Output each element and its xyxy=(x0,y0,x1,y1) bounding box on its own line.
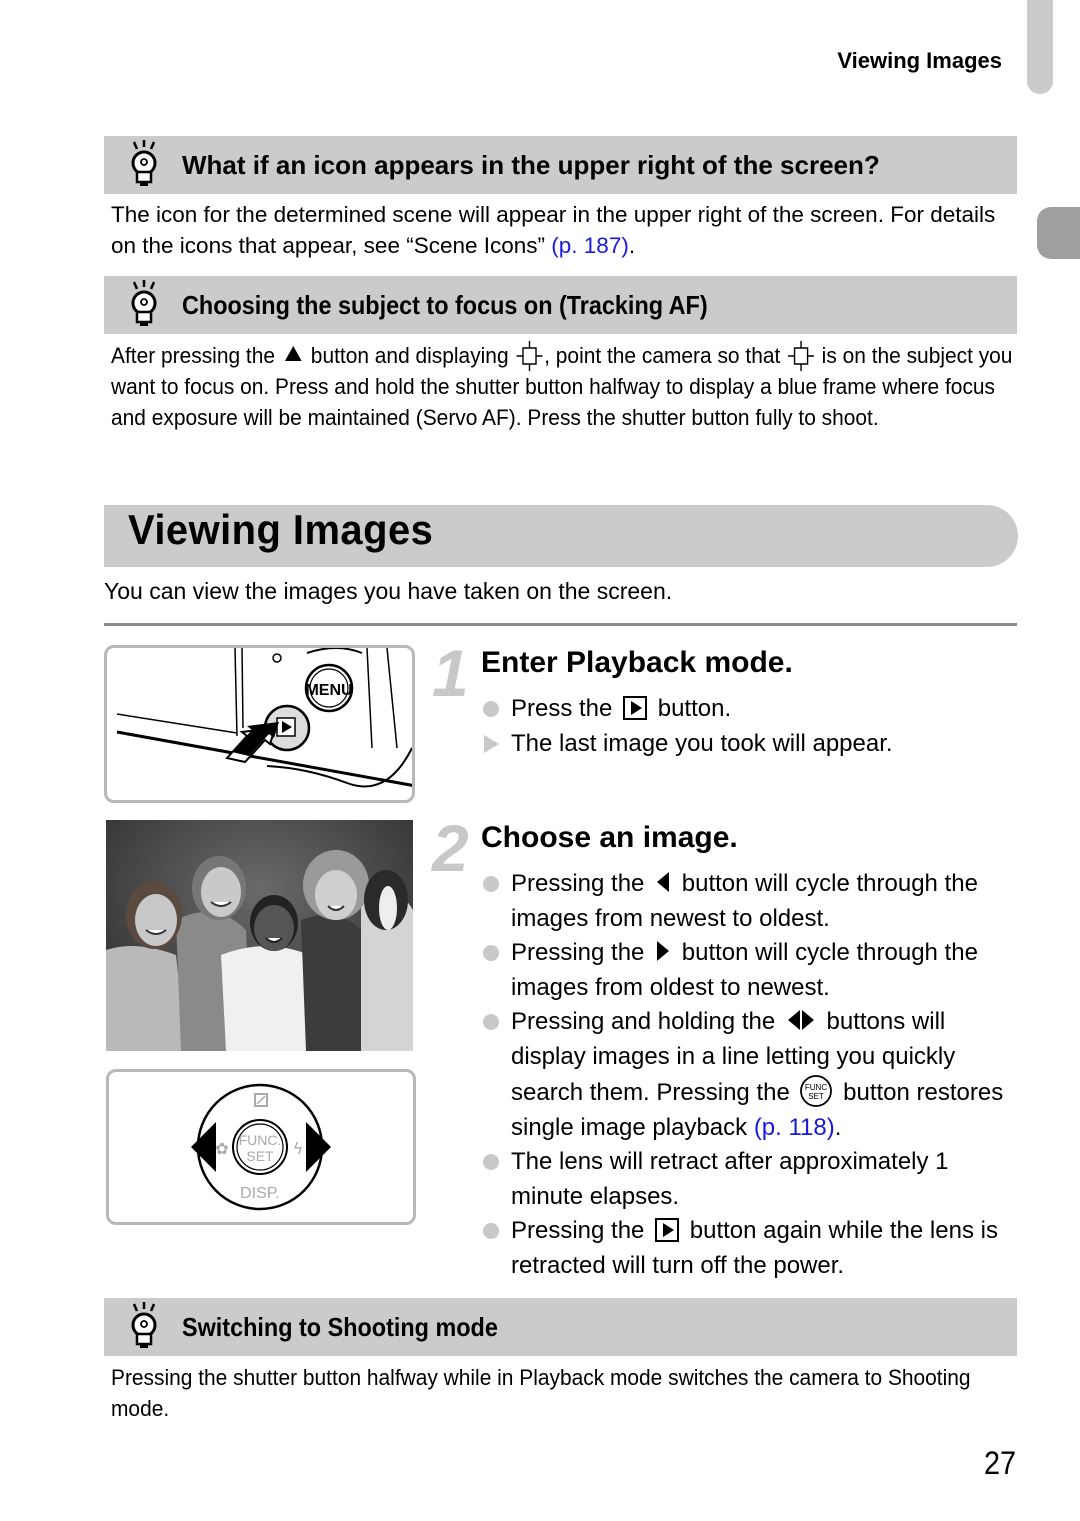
hint-title: Choosing the subject to focus on (Tracki… xyxy=(182,289,708,320)
hint-text: , point the camera so that xyxy=(544,343,787,368)
hint-header-tracking-af: Choosing the subject to focus on (Tracki… xyxy=(104,276,1017,334)
section-intro: You can view the images you have taken o… xyxy=(104,578,673,604)
playback-button-icon xyxy=(623,696,648,720)
hint-text: button and displaying xyxy=(304,343,515,368)
hint-body: After pressing the button and displaying… xyxy=(111,340,1022,433)
bullet-dot-icon xyxy=(483,1223,499,1239)
hint-title: What if an icon appears in the upper rig… xyxy=(182,149,880,180)
step-1-bullets: Press the button. The last image you too… xyxy=(481,692,1021,761)
bullet-item: The lens will retract after approximatel… xyxy=(481,1145,1021,1214)
tracking-af-frame-icon xyxy=(516,341,543,371)
running-header: Viewing Images xyxy=(837,48,1002,73)
bullet-text: button. xyxy=(651,695,732,722)
result-item: The last image you took will appear. xyxy=(481,727,1021,762)
chapter-tab xyxy=(1027,0,1053,94)
bullet-item: Pressing and holding the buttons will di… xyxy=(481,1005,1021,1145)
lightbulb-hint-icon xyxy=(131,280,157,326)
right-button-icon xyxy=(657,941,670,961)
hint-header-shooting-mode: Switching to Shooting mode xyxy=(104,1298,1017,1356)
control-dial: FUNC. SET DISP. ✿ ϟ xyxy=(191,1083,331,1211)
sample-photo-children-with-dog xyxy=(106,820,413,1051)
playback-button-icon xyxy=(655,1218,680,1242)
bullet-text: Pressing the xyxy=(511,1217,652,1244)
camera-playback-button-illustration: MENU xyxy=(104,645,415,803)
up-button-icon xyxy=(284,346,302,361)
step-title: Enter Playback mode. xyxy=(481,646,793,679)
bullet-text: Pressing the xyxy=(511,870,652,897)
bullet-text: The lens will retract after approximatel… xyxy=(511,1148,949,1210)
bullet-item: Pressing the button again while the lens… xyxy=(481,1214,1021,1283)
page-number: 27 xyxy=(983,1445,1016,1481)
bullet-text: Pressing and holding the xyxy=(511,1008,782,1035)
control-dial-illustration: FUNC. SET DISP. ✿ ϟ xyxy=(106,1069,416,1225)
hint-header-scene-icon: What if an icon appears in the upper rig… xyxy=(104,136,1017,194)
chapter-side-tab xyxy=(1037,207,1080,259)
bullet-dot-icon xyxy=(483,701,499,717)
hint-body: Pressing the shutter button halfway whil… xyxy=(111,1365,971,1421)
page-link-187[interactable]: (p. 187) xyxy=(551,233,629,258)
lightbulb-hint-icon xyxy=(131,1302,157,1348)
step-number: 2 xyxy=(432,811,469,885)
hint-text-end: . xyxy=(628,233,636,258)
bullet-dot-icon xyxy=(483,876,499,892)
step-number: 1 xyxy=(432,636,469,710)
tracking-af-frame-icon xyxy=(787,341,815,371)
menu-button-label: MENU xyxy=(305,682,352,699)
bullet-item: Pressing the button will cycle through t… xyxy=(481,936,1021,1005)
bullet-item: Press the button. xyxy=(481,692,1021,727)
disp-label: DISP. xyxy=(240,1185,280,1202)
bullet-dot-icon xyxy=(483,1154,499,1170)
section-title: Viewing Images xyxy=(128,506,434,553)
macro-icon: ✿ xyxy=(215,1139,228,1158)
func-label: FUNC. xyxy=(239,1132,282,1148)
step-2-bullets: Pressing the button will cycle through t… xyxy=(481,867,1021,1283)
set-label: SET xyxy=(246,1148,274,1164)
svg-text:FUNC: FUNC xyxy=(805,1083,827,1092)
hint-text: After pressing the xyxy=(111,343,281,368)
left-button-icon xyxy=(657,872,670,892)
left-button-icon xyxy=(787,1010,800,1030)
bullet-text: Press the xyxy=(511,695,620,722)
section-divider xyxy=(104,623,1017,626)
bullet-dot-icon xyxy=(483,945,499,961)
bullet-text: . xyxy=(834,1113,842,1141)
hint-title: Switching to Shooting mode xyxy=(182,1311,498,1342)
bullet-text: Pressing the xyxy=(511,939,652,966)
step-title: Choose an image. xyxy=(481,821,738,854)
result-arrow-icon xyxy=(484,734,499,753)
bullet-text: The last image you took will appear. xyxy=(511,729,893,757)
flash-icon: ϟ xyxy=(293,1139,304,1158)
right-button-icon xyxy=(801,1010,814,1030)
svg-text:SET: SET xyxy=(809,1092,825,1101)
camera-illustration: MENU xyxy=(116,648,412,788)
hint-body: The icon for the determined scene will a… xyxy=(111,199,1011,261)
page-link-118[interactable]: (p. 118) xyxy=(754,1114,835,1141)
photo-image xyxy=(106,820,413,1051)
lightbulb-hint-icon xyxy=(131,140,157,186)
func-set-button-icon: FUNCSET xyxy=(800,1075,833,1107)
bullet-dot-icon xyxy=(483,1014,499,1030)
bullet-item: Pressing the button will cycle through t… xyxy=(481,867,1021,936)
